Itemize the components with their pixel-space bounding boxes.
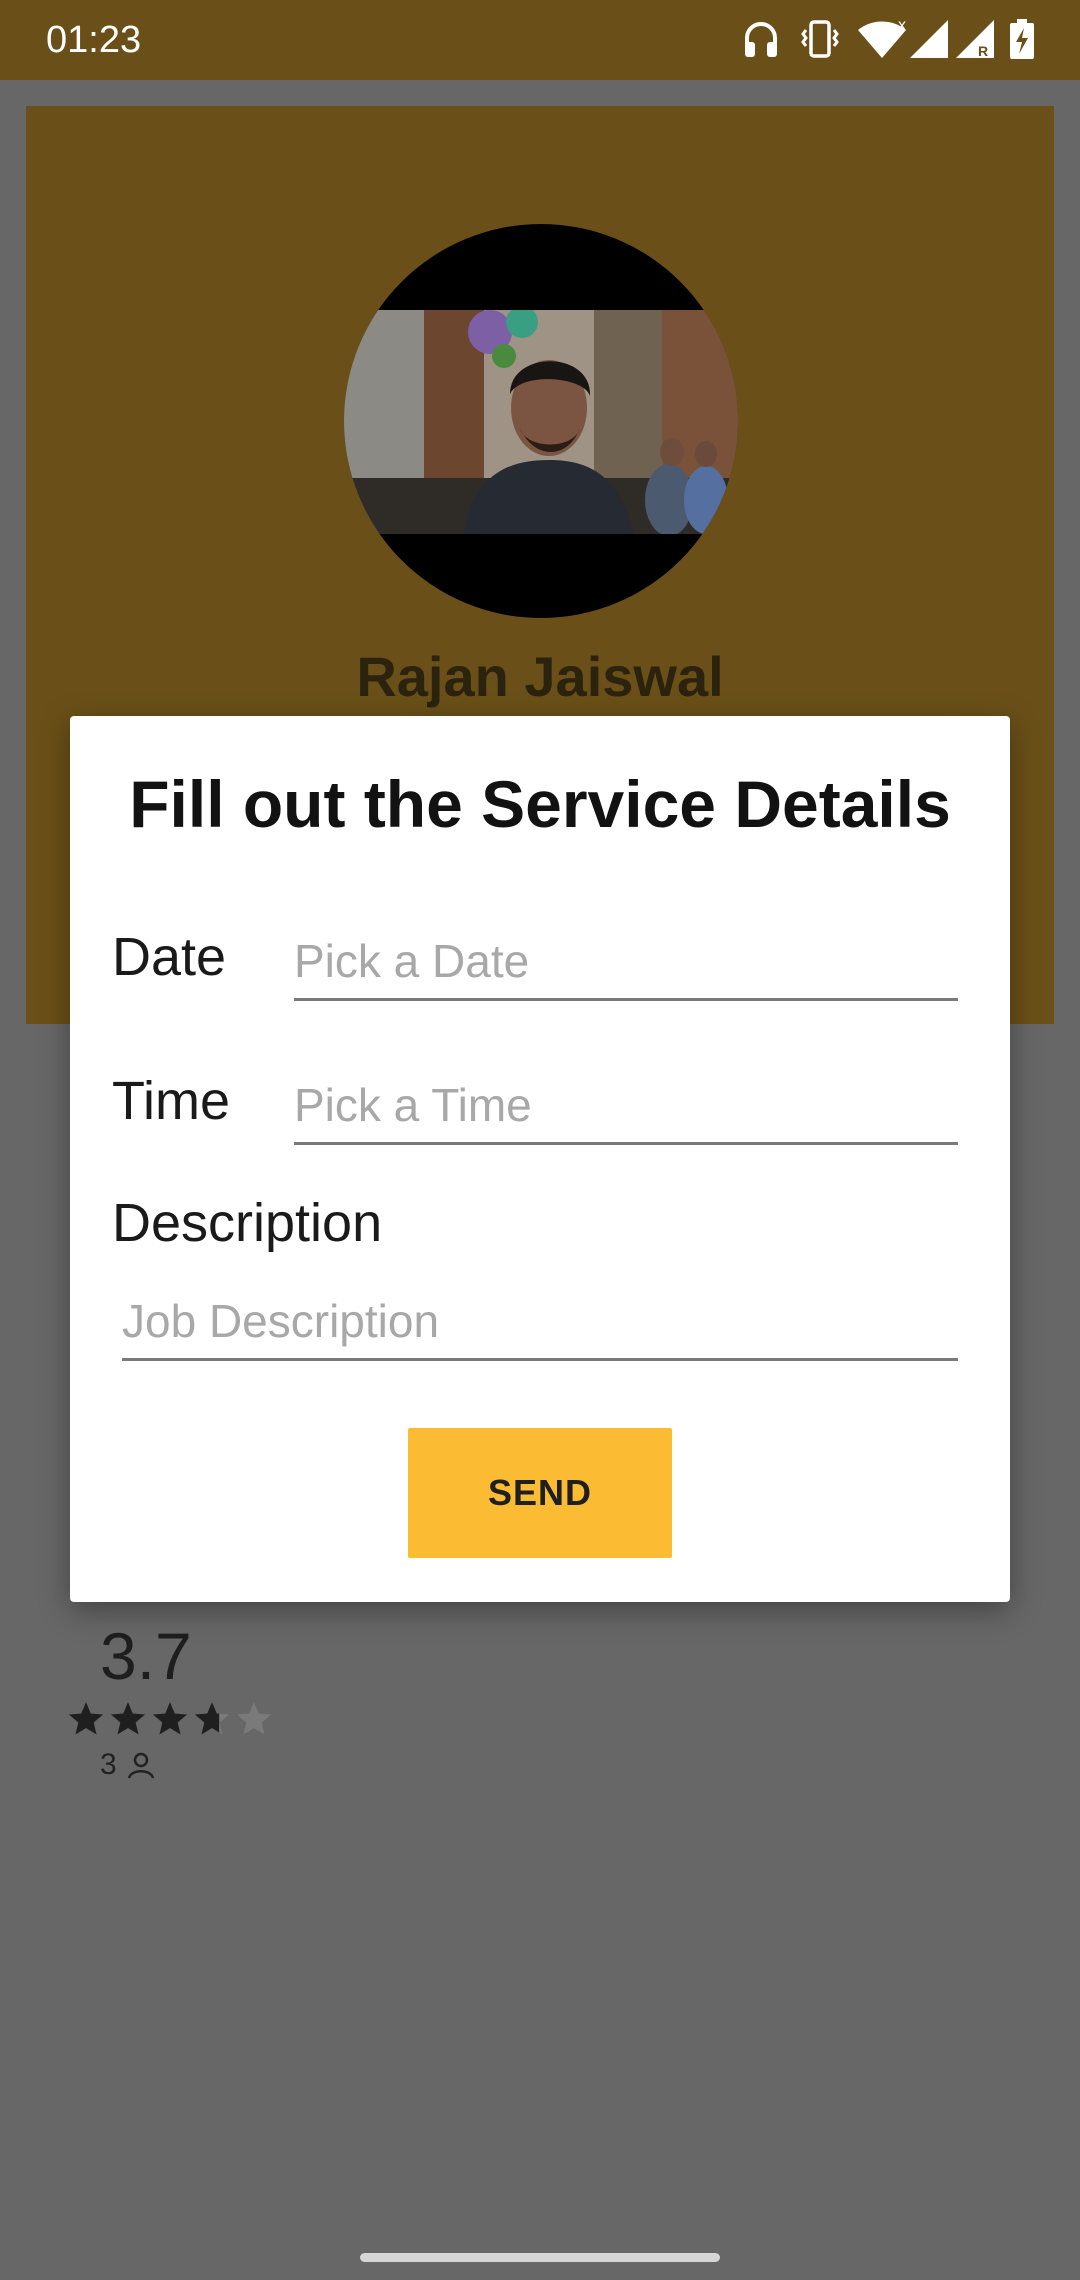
svg-text:R: R xyxy=(978,43,988,59)
status-bar: 01:23 x R xyxy=(0,0,1080,80)
star-empty xyxy=(236,1702,272,1735)
star-filled xyxy=(110,1702,146,1735)
screen: 01:23 x R Rajan Jaiswal 3.7 3 Fill out t… xyxy=(0,0,1080,2280)
date-picker-field[interactable] xyxy=(294,924,958,1001)
profile-name: Rajan Jaiswal xyxy=(356,645,724,708)
profile-photo xyxy=(344,310,738,534)
rating-value: 3.7 xyxy=(100,1619,192,1693)
headphones-icon xyxy=(745,22,777,57)
dialog-title: Fill out the Service Details xyxy=(129,767,951,841)
person-icon xyxy=(127,1752,155,1779)
rating-stars xyxy=(68,1702,272,1735)
status-time: 01:23 xyxy=(46,19,142,61)
service-details-dialog: Fill out the Service Details Date Time D… xyxy=(70,716,1010,1602)
signal-icon xyxy=(910,20,948,58)
rating-count: 3 xyxy=(100,1748,117,1781)
send-button[interactable]: SEND xyxy=(408,1428,672,1558)
signal-roaming-icon: R xyxy=(956,20,994,59)
time-label: Time xyxy=(112,1071,230,1131)
vibrate-icon xyxy=(801,20,839,58)
description-label: Description xyxy=(112,1193,383,1253)
star-filled xyxy=(152,1702,188,1735)
gesture-navigation-bar[interactable] xyxy=(360,2253,720,2262)
svg-text:x: x xyxy=(898,18,906,34)
date-label: Date xyxy=(112,927,227,987)
battery-charging-icon xyxy=(1010,19,1034,59)
job-description-input[interactable] xyxy=(122,1284,958,1361)
star-filled xyxy=(68,1702,104,1735)
time-picker-field[interactable] xyxy=(294,1068,958,1145)
avatar xyxy=(344,224,738,618)
wifi-icon: x xyxy=(858,18,906,59)
